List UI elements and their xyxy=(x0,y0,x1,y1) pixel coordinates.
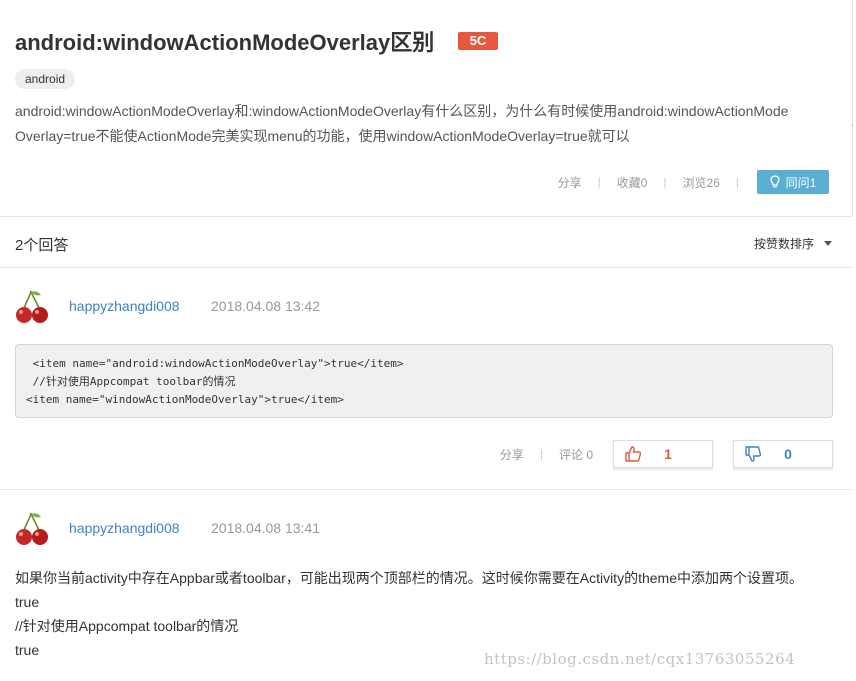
chevron-down-icon xyxy=(824,241,832,246)
view-count: 浏览26 xyxy=(682,175,720,190)
answer-body: 如果你当前activity中存在Appbar或者toolbar，可能出现两个顶部… xyxy=(15,566,845,662)
downvote-count: 0 xyxy=(784,446,792,462)
scroll-marker: ʼ xyxy=(851,124,854,135)
answer-actions: 分享 | 评论 0 1 0 xyxy=(500,439,833,469)
divider: | xyxy=(735,175,739,189)
avatar[interactable] xyxy=(14,289,50,325)
question-actions: 分享 | 收藏0 | 浏览26 | 同问1 xyxy=(558,170,829,194)
answer-time: 2018.04.08 13:41 xyxy=(211,520,320,536)
answer-item: happyzhangdi008 2018.04.08 13:42 <item n… xyxy=(0,269,852,490)
question-description: android:windowActionModeOverlay和:windowA… xyxy=(15,103,789,144)
panel-border xyxy=(852,0,853,217)
sort-dropdown[interactable]: 按赞数排序 xyxy=(754,235,832,252)
thumbs-down-icon xyxy=(745,446,762,462)
share-link[interactable]: 分享 xyxy=(500,446,524,463)
comment-link[interactable]: 评论 0 xyxy=(559,446,593,463)
divider: | xyxy=(539,447,543,461)
question-title: android:windowActionModeOverlay区别 xyxy=(15,30,435,55)
answer-time: 2018.04.08 13:42 xyxy=(211,298,320,314)
question-panel: android:windowActionModeOverlay区别 5C and… xyxy=(0,0,852,217)
divider: | xyxy=(663,175,667,189)
username-link[interactable]: happyzhangdi008 xyxy=(69,298,180,314)
same-question-button[interactable]: 同问1 xyxy=(757,170,829,194)
upvote-count: 1 xyxy=(664,446,672,462)
share-link[interactable]: 分享 xyxy=(558,174,582,191)
downvote-button[interactable]: 0 xyxy=(733,440,833,468)
answer-line: true xyxy=(15,594,40,610)
answer-line: //针对使用Appcompat toolbar的情况 xyxy=(15,618,239,634)
upvote-button[interactable]: 1 xyxy=(613,440,713,468)
same-question-label: 同问1 xyxy=(785,175,817,190)
watermark-text: https://blog.csdn.net/cqx13763055264 xyxy=(484,650,796,668)
favorite-link[interactable]: 收藏0 xyxy=(617,174,648,191)
answer-line: 如果你当前activity中存在Appbar或者toolbar，可能出现两个顶部… xyxy=(15,570,803,586)
thumbs-up-icon xyxy=(625,446,642,462)
code-block: <item name="android:windowActionModeOver… xyxy=(15,344,833,418)
sort-label: 按赞数排序 xyxy=(753,237,814,251)
divider: | xyxy=(597,175,601,189)
reward-badge: 5C xyxy=(458,32,498,50)
avatar[interactable] xyxy=(14,511,50,547)
lightbulb-icon xyxy=(770,175,780,188)
tag-android[interactable]: android xyxy=(15,69,76,89)
answers-header: 2个回答 按赞数排序 xyxy=(0,218,852,268)
answers-count: 2个回答 xyxy=(15,237,69,254)
username-link[interactable]: happyzhangdi008 xyxy=(69,520,180,536)
